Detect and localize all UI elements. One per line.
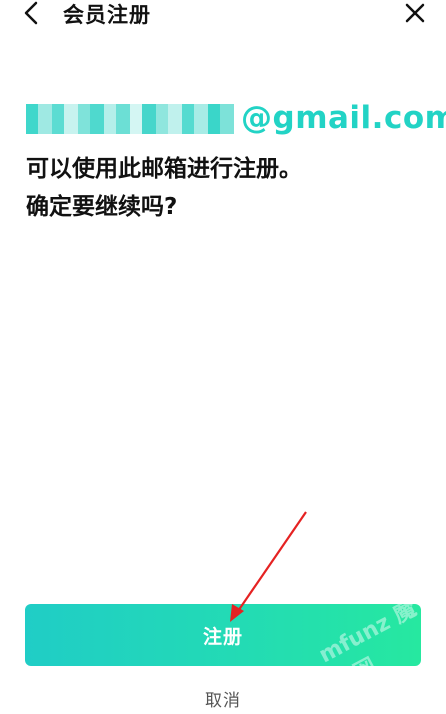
confirm-message: 可以使用此邮箱进行注册。 确定要继续吗?: [26, 150, 426, 226]
chevron-left-icon: [23, 1, 39, 29]
email-mosaic-blur: [26, 104, 246, 134]
close-button[interactable]: [402, 0, 428, 30]
cancel-link[interactable]: 取消: [0, 686, 446, 711]
message-line-1: 可以使用此邮箱进行注册。: [26, 156, 302, 182]
register-button[interactable]: 注册: [25, 604, 421, 666]
message-line-2: 确定要继续吗?: [26, 194, 178, 220]
email-domain: @gmail.com: [241, 100, 446, 136]
register-button-label: 注册: [202, 625, 243, 648]
back-button[interactable]: [18, 0, 44, 30]
top-bar: 会员注册: [0, 0, 446, 32]
page-title: 会员注册: [63, 3, 151, 27]
email-address: @gmail.com: [26, 100, 446, 136]
registration-confirm-screen: 会员注册 @gmail.com 可以使用此邮箱进行注册。 确定要继续吗? 注册 …: [0, 0, 446, 714]
close-icon: [405, 3, 425, 27]
